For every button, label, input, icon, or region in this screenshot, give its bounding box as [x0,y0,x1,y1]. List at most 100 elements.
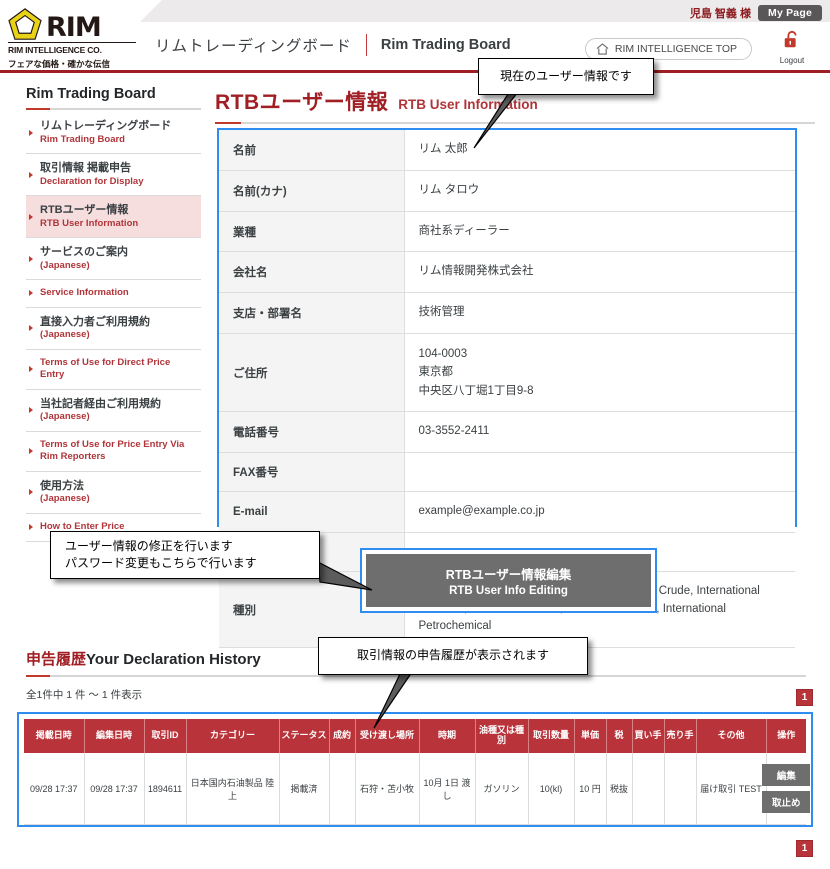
user-info-row: 電話番号 03-3552-2411 [219,411,795,453]
table-row: 09/28 17:37 09/28 17:37 1894611 日本国内石油製品 陸上… [24,752,811,826]
history-column-header: 成約 [329,719,356,753]
callout-edit-user-info: ユーザー情報の修正を行います パスワード変更もこちらで行います [50,531,320,579]
sidebar-item-label-jp: 直接入力者ご利用規約 [40,315,150,328]
user-name: 児島 智義 様 [689,8,751,20]
sidebar-item-label-jp: リムトレーディングボード [40,120,172,132]
history-cell-contracted [329,752,356,826]
rim-intelligence-top-link[interactable]: RIM INTELLIGENCE TOP [584,38,752,60]
sidebar-item-label-en: Terms of Use for Direct Price Entry [40,356,171,381]
history-cell-deal-id: 1894611 [144,752,187,826]
my-page-button[interactable]: My Page [758,5,822,21]
pagination-page-1-bottom[interactable]: 1 [796,840,813,857]
sidebar-item-3[interactable]: サービスのご案内 (Japanese) [26,238,201,281]
sidebar-item-8[interactable]: Terms of Use for Price Entry Via Rim Rep… [26,432,201,472]
user-info-value [404,452,795,492]
rim-logo[interactable]: RIM RIM INTELLIGENCE CO. フェアな価格・確かな伝信 [8,8,136,70]
history-cell-delivery-place: 石狩・苫小牧 [355,752,420,826]
sidebar-item-0[interactable]: リムトレーディングボード Rim Trading Board [26,112,201,155]
declaration-history-table: 掲載日時 編集日時 取引ID カテゴリー ステータス 成約 受け渡し場所 時期 油種又は種別 取引… [24,719,811,826]
user-info-row: 名前(カナ) リム タロウ [219,170,795,212]
sidebar-item-label-jp: 当社記者経由ご利用規約 [40,397,161,410]
logo-company-name: RIM INTELLIGENCE CO. [8,42,136,55]
history-column-header: 掲載日時 [24,719,85,753]
sidebar-item-1[interactable]: 取引情報 掲載申告 Declaration for Display [26,154,201,197]
home-icon [596,43,609,55]
sidebar-item-label-jp: RTBユーザー情報 [40,204,129,217]
user-info-label: 名前 [219,130,405,171]
logo-tagline: フェアな価格・確かな伝信 [8,59,111,69]
history-cell-other: 届け取引 TEST [696,752,767,826]
user-info-label: FAX番号 [219,452,405,492]
rtb-user-info-edit-button[interactable]: RTBユーザー情報編集 RTB User Info Editing [366,554,651,607]
user-info-row: 支店・部署名 技術管理 [219,292,795,334]
user-info-row: ご住所 104-0003 東京都 中央区八丁堀1丁目9-8 [219,333,795,412]
history-column-header: 税 [606,719,633,753]
history-cell-status: 掲載済 [279,752,330,826]
user-info-row: 業種 商社系ディーラー [219,211,795,252]
history-column-header: 取引ID [144,719,187,753]
page-title-jp: RTBユーザー情報 [215,91,389,114]
history-cell-seller [664,752,697,826]
history-title-en: Your Declaration History [86,651,261,668]
edit-button-highlight-frame: RTBユーザー情報編集 RTB User Info Editing [360,548,657,613]
history-cell-actions: 編集 取止め [762,752,811,826]
sidebar-title: Rim Trading Board [26,86,156,102]
user-info-value: 商社系ディーラー [404,211,795,252]
history-cell-period: 10月 1日 渡し [419,752,476,826]
edit-button-label-en: RTB User Info Editing [449,585,568,597]
sidebar-item-9[interactable]: 使用方法 (Japanese) [26,472,201,514]
sidebar: Rim Trading Board リムトレーディングボード Rim Tradin… [26,86,201,542]
nav-title-jp: リムトレーディングボード [155,38,352,55]
sidebar-item-label-en: (Japanese) [40,329,90,341]
history-column-header: その他 [696,719,767,753]
nav-title-en: Rim Trading Board [380,37,511,53]
row-edit-button[interactable]: 編集 [762,764,811,787]
user-info-label: 業種 [219,211,405,252]
history-column-header: ステータス [279,719,330,753]
history-cell-category: 日本国内石油製品 陸上 [186,752,280,826]
pagination-page-1-top[interactable]: 1 [796,689,813,706]
user-info-value: リム タロウ [404,170,795,212]
history-column-header: 編集日時 [84,719,145,753]
user-info-row: FAX番号 [219,452,795,492]
sidebar-item-2[interactable]: RTBユーザー情報 RTB User Information [26,196,201,239]
row-cancel-button[interactable]: 取止め [762,791,811,814]
logout-button[interactable]: Logout [764,30,820,65]
history-cell-unit-price: 10 円 [574,752,607,826]
user-bar: 児島 智義 様 My Page [690,5,822,21]
sidebar-item-label-en: (Japanese) [40,411,90,423]
user-info-label: 会社名 [219,251,405,293]
sidebar-item-4[interactable]: Service Information [26,280,201,308]
sidebar-item-6[interactable]: Terms of Use for Direct Price Entry [26,350,201,390]
header-red-rule [0,70,830,73]
history-column-header: 油種又は種別 [475,719,529,753]
rim-pentagon-icon [8,8,42,40]
user-info-value: 技術管理 [404,292,795,334]
history-cell-tax: 税抜 [606,752,633,826]
history-column-header: 買い手 [632,719,665,753]
sidebar-item-5[interactable]: 直接入力者ご利用規約 (Japanese) [26,308,201,350]
callout-declaration-history: 取引情報の申告履歴が表示されます [318,637,588,675]
sidebar-item-label-en: RTB User Information [40,217,139,229]
sidebar-item-label-en: Service Information [40,287,129,299]
history-cell-buyer [632,752,665,826]
edit-button-label-jp: RTBユーザー情報編集 [445,568,572,582]
open-lock-icon [784,30,797,48]
sidebar-item-7[interactable]: 当社記者経由ご利用規約 (Japanese) [26,390,201,432]
callout-two-line1: ユーザー情報の修正を行います [65,538,233,553]
history-title-jp: 申告履歴 [26,651,87,668]
sidebar-item-label-jp: 取引情報 掲載申告 [40,162,132,175]
history-column-header: 操作 [766,719,806,753]
history-column-header: 売り手 [664,719,697,753]
history-cell-edited-at: 09/28 17:37 [84,752,145,826]
sidebar-item-label-jp: 使用方法 [40,479,84,492]
callout-three-tail [373,671,414,729]
user-info-label: 支店・部署名 [219,292,405,334]
user-info-label: 名前(カナ) [219,170,405,212]
history-cell-posted-at: 09/28 17:37 [24,752,85,826]
user-info-value: example@example.co.jp [404,491,795,533]
user-info-label: 電話番号 [219,411,405,453]
sidebar-item-label-en: (Japanese) [40,493,90,505]
logout-label: Logout [779,56,805,65]
sidebar-item-label-en: Rim Trading Board [40,133,125,145]
